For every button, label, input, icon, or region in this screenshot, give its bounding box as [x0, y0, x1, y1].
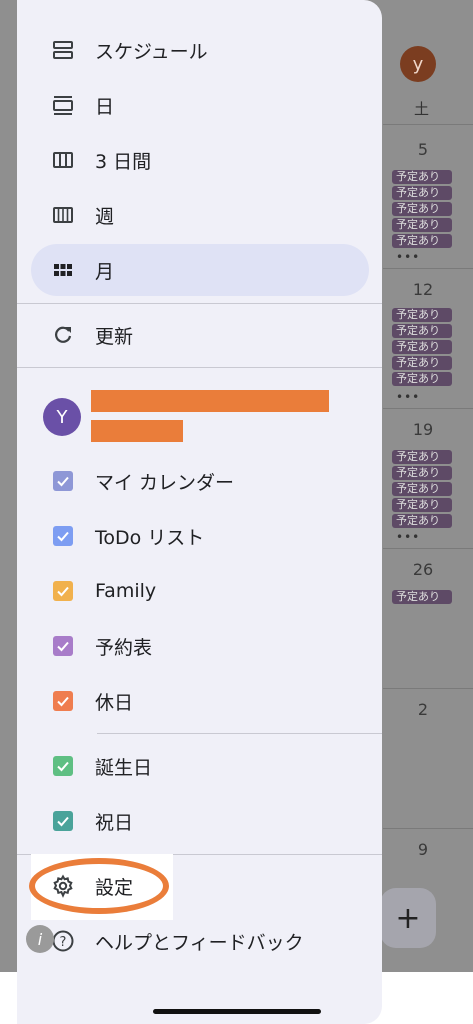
checkbox-checked-icon[interactable] [51, 689, 75, 713]
drawer-item-label: 週 [95, 205, 115, 228]
day-view-icon [51, 93, 75, 117]
drawer-item-week[interactable]: 週 [31, 189, 369, 241]
calendar-item-birthday[interactable]: 誕生日 [31, 740, 369, 792]
svg-text:?: ? [60, 935, 67, 950]
calendar-item-my-calendar[interactable]: マイ カレンダー [31, 455, 369, 507]
event-chip[interactable]: 予定あり [392, 340, 452, 354]
event-chip[interactable]: 予定あり [392, 324, 452, 338]
event-chip[interactable]: 予定あり [392, 498, 452, 512]
drawer-item-label: 更新 [95, 325, 134, 348]
month-view-icon [51, 258, 75, 282]
divider [17, 367, 382, 368]
event-chip[interactable]: 予定あり [392, 482, 452, 496]
date-cell[interactable]: 19 [384, 420, 462, 439]
drawer-item-refresh[interactable]: 更新 [31, 309, 369, 361]
divider [97, 733, 382, 734]
account-avatar-background[interactable]: y [400, 46, 436, 82]
event-chip[interactable]: 予定あり [392, 170, 452, 184]
drawer-item-label: 3 日間 [95, 150, 152, 173]
checkbox-checked-icon[interactable] [51, 754, 75, 778]
event-chip[interactable]: 予定あり [392, 514, 452, 528]
divider [17, 303, 382, 304]
calendar-item-national-holiday[interactable]: 祝日 [31, 795, 369, 847]
drawer-item-help[interactable]: ? ヘルプとフィードバック [31, 915, 369, 967]
event-chip[interactable]: 予定あり [392, 186, 452, 200]
checkbox-checked-icon[interactable] [51, 634, 75, 658]
more-events[interactable]: ••• [396, 390, 420, 404]
week-divider [383, 828, 473, 829]
date-cell[interactable]: 26 [384, 560, 462, 579]
event-chip[interactable]: 予定あり [392, 308, 452, 322]
calendar-item-reservation[interactable]: 予約表 [31, 620, 369, 672]
calendar-label: 誕生日 [95, 756, 153, 779]
calendar-label: 予約表 [95, 636, 153, 659]
date-cell[interactable]: 5 [384, 140, 462, 159]
info-icon[interactable]: i [26, 925, 54, 953]
annotation-circle [29, 858, 169, 914]
home-indicator [153, 1009, 321, 1014]
three-day-view-icon [51, 148, 75, 172]
drawer-item-label: 日 [95, 95, 115, 118]
drawer-item-label: スケジュール [95, 40, 208, 63]
refresh-icon [51, 323, 75, 347]
checkbox-checked-icon[interactable] [51, 579, 75, 603]
event-chip[interactable]: 予定あり [392, 234, 452, 248]
redacted-account-email [91, 420, 183, 442]
calendar-label: 祝日 [95, 811, 134, 834]
event-chip[interactable]: 予定あり [392, 202, 452, 216]
weekday-header: 土 [414, 100, 430, 118]
event-chip[interactable]: 予定あり [392, 356, 452, 370]
week-view-icon [51, 203, 75, 227]
checkbox-checked-icon[interactable] [51, 524, 75, 548]
week-divider [383, 124, 473, 125]
more-events[interactable]: ••• [396, 250, 420, 264]
calendar-label: Family [95, 580, 157, 602]
date-cell[interactable]: 12 [384, 280, 462, 299]
week-divider [383, 268, 473, 269]
event-chip[interactable]: 予定あり [392, 590, 452, 604]
event-chip[interactable]: 予定あり [392, 450, 452, 464]
event-chip[interactable]: 予定あり [392, 466, 452, 480]
calendar-label: 休日 [95, 691, 134, 714]
calendar-item-holiday[interactable]: 休日 [31, 675, 369, 727]
drawer-item-label: ヘルプとフィードバック [95, 931, 304, 954]
event-chip[interactable]: 予定あり [392, 372, 452, 386]
drawer-item-day[interactable]: 日 [31, 79, 369, 131]
schedule-icon [51, 38, 75, 62]
drawer-item-three-day[interactable]: 3 日間 [31, 134, 369, 186]
calendar-label: マイ カレンダー [95, 471, 235, 494]
drawer-item-schedule[interactable]: スケジュール [31, 24, 369, 76]
drawer-item-label: 月 [95, 260, 115, 283]
date-cell[interactable]: 9 [384, 840, 462, 859]
account-avatar[interactable]: Y [43, 398, 81, 436]
redacted-account-name [91, 390, 329, 412]
more-events[interactable]: ••• [396, 530, 420, 544]
create-event-fab[interactable]: + [380, 888, 436, 948]
week-divider [383, 688, 473, 689]
calendar-label: ToDo リスト [95, 526, 205, 549]
help-icon: ? [51, 929, 75, 953]
week-divider [383, 548, 473, 549]
checkbox-checked-icon[interactable] [51, 469, 75, 493]
drawer-item-month[interactable]: 月 [31, 244, 369, 296]
checkbox-checked-icon[interactable] [51, 809, 75, 833]
week-divider [383, 408, 473, 409]
event-chip[interactable]: 予定あり [392, 218, 452, 232]
calendar-item-todo[interactable]: ToDo リスト [31, 510, 369, 562]
calendar-item-family[interactable]: Family [31, 565, 369, 617]
date-cell[interactable]: 2 [384, 700, 462, 719]
